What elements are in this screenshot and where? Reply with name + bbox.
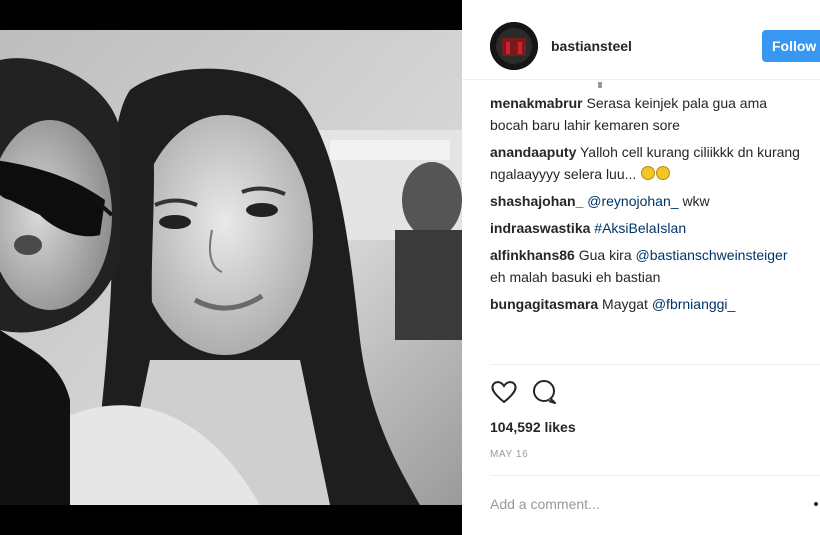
add-comment-input[interactable] bbox=[490, 492, 780, 516]
comment-text: Gua kira bbox=[578, 247, 632, 263]
comment-mention[interactable]: @reynojohan_ bbox=[587, 193, 678, 209]
comment-item: alfinkhans86 Gua kira @bastianschweinste… bbox=[490, 244, 800, 288]
post-details-panel: bastiansteel Follow menakmabrur Serasa k… bbox=[462, 0, 820, 535]
more-options-icon[interactable] bbox=[814, 502, 818, 506]
comment-item: indraaswastika #AksiBelaIslan bbox=[490, 217, 800, 239]
post-username[interactable]: bastiansteel bbox=[551, 38, 632, 54]
comment-mention[interactable]: @fbrnianggi_ bbox=[652, 296, 736, 312]
comment-username[interactable]: alfinkhans86 bbox=[490, 247, 575, 263]
post-photo[interactable] bbox=[0, 0, 462, 535]
comment-username[interactable]: shashajohan_ bbox=[490, 193, 583, 209]
avatar-image bbox=[490, 22, 538, 70]
comment-text: eh malah basuki eh bastian bbox=[490, 269, 661, 285]
comment-icon[interactable] bbox=[530, 378, 558, 406]
laughing-emoji-icon bbox=[640, 166, 671, 182]
comment-username[interactable]: bungagitasmara bbox=[490, 296, 598, 312]
photo-image bbox=[0, 0, 462, 535]
post-header: bastiansteel Follow bbox=[462, 0, 820, 80]
follow-button[interactable]: Follow bbox=[762, 30, 820, 62]
post-date: MAY 16 bbox=[490, 449, 529, 460]
comment-text: Maygat bbox=[602, 296, 648, 312]
truncated-comment-fragment bbox=[598, 82, 602, 88]
comment-text: wkw bbox=[682, 193, 710, 209]
comment-item: bungagitasmara Maygat @fbrnianggi_ bbox=[490, 293, 800, 315]
likes-count[interactable]: 104,592 likes bbox=[490, 419, 576, 435]
comments-list: menakmabrur Serasa keinjek pala gua ama … bbox=[490, 92, 800, 320]
comment-hashtag[interactable]: #AksiBelaIslan bbox=[594, 220, 686, 236]
heart-icon[interactable] bbox=[490, 378, 518, 406]
divider bbox=[490, 364, 820, 365]
avatar[interactable] bbox=[490, 22, 538, 70]
comment-item: menakmabrur Serasa keinjek pala gua ama … bbox=[490, 92, 800, 136]
comment-username[interactable]: menakmabrur bbox=[490, 95, 583, 111]
divider bbox=[490, 475, 820, 476]
comment-username[interactable]: anandaaputy bbox=[490, 144, 576, 160]
comment-item: shashajohan_ @reynojohan_ wkw bbox=[490, 190, 800, 212]
comment-item: anandaaputy Yalloh cell kurang ciliikkk … bbox=[490, 141, 800, 185]
comment-mention[interactable]: @bastianschweinsteiger bbox=[636, 247, 788, 263]
comment-username[interactable]: indraaswastika bbox=[490, 220, 590, 236]
